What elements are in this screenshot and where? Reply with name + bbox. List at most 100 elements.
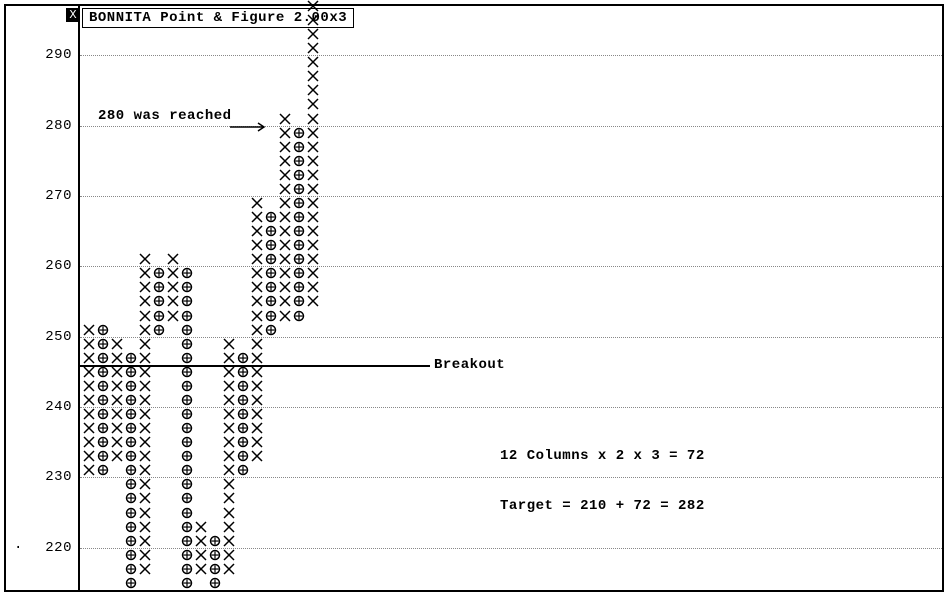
o-mark-icon [124,506,138,520]
x-mark-icon [82,407,96,421]
x-mark-icon [138,491,152,505]
o-mark-icon [152,294,166,308]
o-mark-icon [152,280,166,294]
x-mark-icon [306,280,320,294]
x-mark-icon [110,379,124,393]
x-mark-icon [306,224,320,238]
o-mark-icon [124,351,138,365]
y-axis: 220230240250260270280290· [6,6,78,590]
x-mark-icon [138,562,152,576]
pf-column-x [138,6,152,590]
pf-column-x [278,6,292,590]
o-mark-icon [124,379,138,393]
breakout-line [80,365,430,367]
x-mark-icon [250,351,264,365]
o-mark-icon [292,210,306,224]
x-mark-icon [306,83,320,97]
x-mark-icon [250,280,264,294]
x-mark-icon [278,294,292,308]
o-mark-icon [96,449,110,463]
o-mark-icon [124,548,138,562]
o-mark-icon [236,421,250,435]
x-mark-icon [306,252,320,266]
o-mark-icon [96,365,110,379]
pf-column-x [194,6,208,590]
pf-column-o [180,6,194,590]
o-mark-icon [180,393,194,407]
x-mark-icon [138,393,152,407]
x-mark-icon [138,266,152,280]
o-mark-icon [236,379,250,393]
o-mark-icon [180,477,194,491]
pf-column-x [250,6,264,590]
pf-column-o [124,6,138,590]
x-mark-icon [222,379,236,393]
pf-column-x [82,6,96,590]
o-mark-icon [96,337,110,351]
x-mark-icon [138,337,152,351]
x-mark-icon [250,210,264,224]
x-mark-icon [110,337,124,351]
x-mark-icon [250,365,264,379]
x-mark-icon [306,0,320,13]
reached-annotation: 280 was reached [98,108,232,124]
x-mark-icon [250,435,264,449]
x-mark-icon [306,112,320,126]
x-mark-icon [278,210,292,224]
o-mark-icon [264,224,278,238]
x-mark-icon [278,140,292,154]
x-mark-icon [278,126,292,140]
axis-marker: · [14,540,22,556]
x-mark-icon [138,365,152,379]
x-mark-icon [306,154,320,168]
pf-column-o [292,6,306,590]
x-mark-icon [222,520,236,534]
o-mark-icon [236,351,250,365]
o-mark-icon [124,435,138,449]
x-mark-icon [306,69,320,83]
o-mark-icon [236,449,250,463]
x-mark-icon [138,477,152,491]
x-mark-icon [222,548,236,562]
x-mark-icon [194,534,208,548]
x-mark-icon [110,449,124,463]
o-mark-icon [236,393,250,407]
o-mark-icon [292,280,306,294]
x-mark-icon [166,309,180,323]
o-mark-icon [96,421,110,435]
x-mark-icon [278,112,292,126]
o-mark-icon [264,252,278,266]
x-mark-icon [166,280,180,294]
x-mark-icon [222,562,236,576]
o-mark-icon [124,520,138,534]
x-mark-icon [250,224,264,238]
x-mark-icon [306,126,320,140]
o-mark-icon [208,548,222,562]
pf-column-x [306,6,320,590]
chart-frame: 220230240250260270280290· BONNITA Point … [4,4,944,592]
o-mark-icon [152,309,166,323]
x-mark-icon [222,351,236,365]
x-mark-icon [278,238,292,252]
y-tick-label: 290 [12,47,72,63]
o-mark-icon [180,407,194,421]
x-mark-icon [222,477,236,491]
o-mark-icon [180,365,194,379]
x-mark-icon [222,463,236,477]
y-tick-label: 250 [12,329,72,345]
o-mark-icon [124,562,138,576]
o-mark-icon [124,393,138,407]
breakout-label: Breakout [434,357,505,373]
o-mark-icon [124,576,138,590]
o-mark-icon [124,407,138,421]
o-mark-icon [180,323,194,337]
o-mark-icon [124,365,138,379]
pf-column-x [110,6,124,590]
pf-column-o [208,6,222,590]
o-mark-icon [292,238,306,252]
o-mark-icon [180,294,194,308]
x-mark-icon [250,309,264,323]
title-marker: X [66,8,80,22]
o-mark-icon [124,463,138,477]
x-mark-icon [138,309,152,323]
